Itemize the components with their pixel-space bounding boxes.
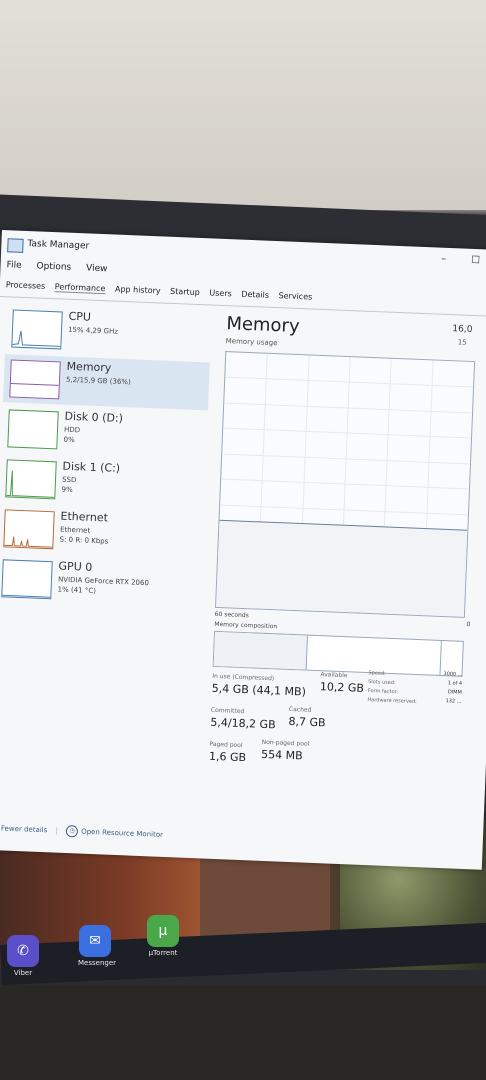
tab-processes[interactable]: Processes <box>6 280 46 291</box>
utorrent-icon: µ <box>147 915 179 947</box>
sidebar-detail-line2: 0% <box>63 435 75 445</box>
tab-services[interactable]: Services <box>278 291 312 301</box>
sidebar-item-detail: Ethernet S: 0 R: 0 Kbps <box>59 525 109 547</box>
disk1-thumbnail-graph <box>5 459 57 500</box>
sidebar-item-detail: SSD 9% <box>61 475 76 496</box>
zero-axis-label: 0 <box>466 620 471 629</box>
tab-app-history[interactable]: App history <box>115 285 161 296</box>
menu-options[interactable]: Options <box>36 261 71 272</box>
memory-usage-fill <box>216 520 468 617</box>
time-axis-label: 60 seconds <box>214 610 249 620</box>
window-title: Task Manager <box>27 239 90 252</box>
sidebar-detail-line2: 9% <box>61 485 73 495</box>
desktop-icon-viber[interactable]: ✆ Viber <box>6 935 40 977</box>
memory-panel: Memory Memory usage 16,0 15 60 seconds 0… <box>209 313 486 764</box>
sidebar-detail-line1: SSD <box>61 475 77 485</box>
disk0-thumbnail-graph <box>7 409 59 450</box>
desktop-icon-messenger[interactable]: ✉ Messenger <box>78 925 117 967</box>
desktop-icon-label: Messenger <box>78 959 117 967</box>
fewer-details-label: Fewer details <box>0 824 48 835</box>
tab-users[interactable]: Users <box>209 288 232 298</box>
desk-surface <box>0 985 486 1080</box>
performance-sidebar: CPU 15% 4,29 GHz Memory 5,2/15,9 GB (36%… <box>0 304 212 612</box>
sidebar-item-name: GPU 0 <box>58 559 93 574</box>
stat-paged-pool: Paged pool 1,6 GB <box>209 741 247 764</box>
memory-max-value: 16,0 <box>452 324 473 335</box>
stat-cached: Cached 8,7 GB <box>288 706 326 729</box>
sidebar-item-detail: HDD 0% <box>63 425 80 446</box>
memory-usage-graph <box>215 351 476 618</box>
hardware-reserved-label: Hardware reserved: <box>367 697 417 706</box>
hardware-stat-labels: Speed: Slots used: Form factor: Hardware… <box>367 669 418 707</box>
stat-value: 554 MB <box>260 747 303 763</box>
sidebar-item-disk-0[interactable]: Disk 0 (D:) HDD 0% <box>1 404 208 460</box>
desktop-icon-utorrent[interactable]: µ µTorrent <box>146 915 180 957</box>
resource-monitor-label: Open Resource Monitor <box>80 827 164 839</box>
window-footer: ︿Fewer details | ◷Open Resource Monitor <box>0 822 163 841</box>
menu-file[interactable]: File <box>6 260 21 271</box>
menu-view[interactable]: View <box>86 263 108 274</box>
minimize-button[interactable]: – <box>441 254 446 265</box>
stat-label: Committed <box>210 706 245 716</box>
desktop-icon-label: µTorrent <box>148 949 178 957</box>
menu-bar: File Options View <box>6 260 119 275</box>
sidebar-detail-line1: 15% 4,29 GHz <box>67 325 119 336</box>
memory-thumbnail-graph <box>9 359 61 400</box>
composition-label: Memory composition <box>214 620 278 631</box>
task-manager-window: Task Manager – ☐ File Options View Proce… <box>0 230 486 870</box>
memory-stats: In use (Compressed) 5,4 GB (44,1 MB) Ava… <box>209 670 482 764</box>
sidebar-item-disk-1[interactable]: Disk 1 (C:) SSD 9% <box>0 454 206 510</box>
stat-label: Non-paged pool <box>261 738 310 748</box>
footer-divider: | <box>55 826 59 835</box>
wall-background <box>0 0 486 210</box>
stat-value: 10,2 GB <box>319 680 365 695</box>
memory-max-sub: 15 <box>457 338 467 347</box>
stat-in-use: In use (Compressed) 5,4 GB (44,1 MB) <box>212 673 307 699</box>
stat-available: Available 10,2 GB <box>320 671 365 695</box>
sidebar-detail-line1: HDD <box>63 425 81 435</box>
tab-performance[interactable]: Performance <box>54 282 106 295</box>
desktop-icon-label: Viber <box>13 969 33 977</box>
task-manager-icon <box>7 238 24 253</box>
sidebar-item-detail: 5,2/15,9 GB (36%) <box>66 375 131 388</box>
stat-value: 5,4/18,2 GB <box>210 715 276 732</box>
open-resource-monitor-link[interactable]: ◷ Open Resource Monitor <box>65 825 164 839</box>
tab-details[interactable]: Details <box>241 290 269 300</box>
ethernet-thumbnail-graph <box>3 509 55 550</box>
gpu-thumbnail-graph <box>1 559 53 600</box>
stat-label: Cached <box>288 705 312 714</box>
sidebar-item-cpu[interactable]: CPU 15% 4,29 GHz <box>5 304 212 360</box>
sidebar-item-detail: 15% 4,29 GHz <box>68 325 118 337</box>
stat-committed: Committed 5,4/18,2 GB <box>210 707 276 732</box>
hardware-stat-values: 3000 ... 1 of 4 DIMM 132 ... <box>423 669 462 706</box>
stat-non-paged-pool: Non-paged pool 554 MB <box>261 739 310 763</box>
stat-value: 5,4 GB (44,1 MB) <box>211 681 307 699</box>
stat-label: Paged pool <box>209 740 243 750</box>
maximize-button[interactable]: ☐ <box>471 255 480 266</box>
resource-monitor-icon: ◷ <box>65 825 79 838</box>
cpu-thumbnail-graph <box>11 309 63 350</box>
sidebar-item-name: Disk 0 (D:) <box>64 409 124 425</box>
messenger-icon: ✉ <box>79 925 111 957</box>
sidebar-detail-line1: 5,2/15,9 GB (36%) <box>65 375 131 387</box>
sidebar-item-ethernet[interactable]: Ethernet Ethernet S: 0 R: 0 Kbps <box>0 504 204 560</box>
sidebar-item-name: Disk 1 (C:) <box>62 459 121 475</box>
fewer-details-button[interactable]: ︿Fewer details <box>0 824 50 835</box>
stat-value: 1,6 GB <box>208 749 247 765</box>
viber-icon: ✆ <box>7 935 39 967</box>
sidebar-item-gpu-0[interactable]: GPU 0 NVIDIA GeForce RTX 2060 1% (41 °C) <box>0 554 202 610</box>
sidebar-item-memory[interactable]: Memory 5,2/15,9 GB (36%) <box>3 354 210 411</box>
composition-in-use <box>213 631 308 670</box>
sidebar-item-name: Memory <box>66 359 112 375</box>
sidebar-item-name: Ethernet <box>60 509 109 525</box>
sidebar-item-name: CPU <box>68 309 92 324</box>
stat-label: Available <box>320 671 348 680</box>
hardware-reserved-value: 132 ... <box>445 698 462 705</box>
stat-value: 8,7 GB <box>288 714 326 730</box>
sidebar-detail-line2: S: 0 R: 0 Kbps <box>59 535 109 546</box>
tab-startup[interactable]: Startup <box>170 287 200 297</box>
sidebar-item-detail: NVIDIA GeForce RTX 2060 1% (41 °C) <box>57 575 149 599</box>
